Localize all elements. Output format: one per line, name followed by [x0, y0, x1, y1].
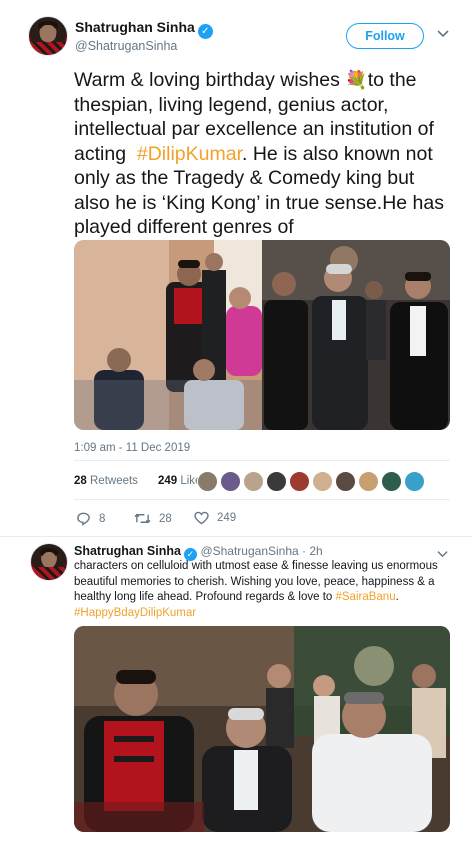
liker-avatar[interactable]	[243, 471, 264, 492]
author-info: Shatrughan Sinha ✓	[75, 19, 213, 39]
hashtag-link[interactable]: #DilipKumar	[137, 143, 242, 165]
follow-button[interactable]: Follow	[346, 23, 424, 49]
chevron-down-icon[interactable]	[437, 26, 449, 44]
liker-avatar[interactable]	[197, 471, 218, 492]
liker-avatar[interactable]	[266, 471, 287, 492]
reply-icon	[77, 512, 90, 526]
retweets-stat[interactable]: 28 Retweets	[74, 475, 138, 487]
liker-avatar[interactable]	[381, 471, 402, 492]
media-photos	[74, 240, 450, 430]
reply-time[interactable]: 2h	[309, 544, 322, 558]
liker-avatar[interactable]	[335, 471, 356, 492]
thread-divider	[0, 536, 472, 537]
reply-media-photo	[74, 626, 450, 832]
divider	[74, 460, 450, 461]
hashtag-link[interactable]: #SairaBanu	[335, 591, 395, 603]
retweets-count: 28	[74, 475, 87, 487]
reply-author-handle[interactable]: @ShatruganSinha	[200, 544, 298, 558]
retweets-label: Retweets	[90, 475, 138, 487]
reply-author-avatar[interactable]	[30, 543, 68, 581]
author-name[interactable]: Shatrughan Sinha	[75, 19, 195, 35]
bouquet-icon: 💐	[345, 70, 368, 90]
tweet-timestamp[interactable]: 1:09 am - 11 Dec 2019	[74, 442, 190, 454]
liker-avatar[interactable]	[220, 471, 241, 492]
liker-avatar[interactable]	[312, 471, 333, 492]
retweet-count: 28	[159, 512, 172, 525]
hashtag-link[interactable]: #HappyBdayDilipKumar	[74, 607, 196, 619]
engagement-stats: 28 Retweets 249 Likes	[74, 475, 207, 487]
like-action[interactable]: 249	[194, 511, 236, 525]
reply-media[interactable]	[74, 626, 450, 832]
liker-avatar[interactable]	[289, 471, 310, 492]
reply-count: 8	[99, 512, 106, 525]
reply-text-part: .	[395, 591, 399, 603]
likes-count: 249	[157, 475, 178, 487]
liker-avatar[interactable]	[404, 471, 425, 492]
tweet-media[interactable]	[74, 240, 450, 430]
reply-action[interactable]: 8	[76, 511, 105, 526]
liker-avatar[interactable]	[358, 471, 379, 492]
reply-author-name[interactable]: Shatrughan Sinha	[74, 544, 181, 558]
author-handle[interactable]: @ShatruganSinha	[75, 39, 177, 53]
dot-separator: ·	[298, 544, 310, 558]
retweet-action[interactable]: 28	[134, 511, 172, 526]
author-avatar[interactable]	[28, 16, 68, 56]
tweet-text-part: Warm & loving birthday wishes	[74, 69, 346, 91]
like-count: 249	[217, 512, 237, 524]
liker-avatars	[197, 471, 427, 492]
verified-icon: ✓	[197, 24, 213, 39]
heart-icon	[194, 511, 209, 525]
reply-text: characters on celluloid with utmost ease…	[74, 559, 450, 621]
divider	[74, 499, 450, 500]
tweet-text: Warm & loving birthday wishes 💐to the th…	[74, 68, 454, 240]
retweet-icon	[134, 513, 151, 524]
